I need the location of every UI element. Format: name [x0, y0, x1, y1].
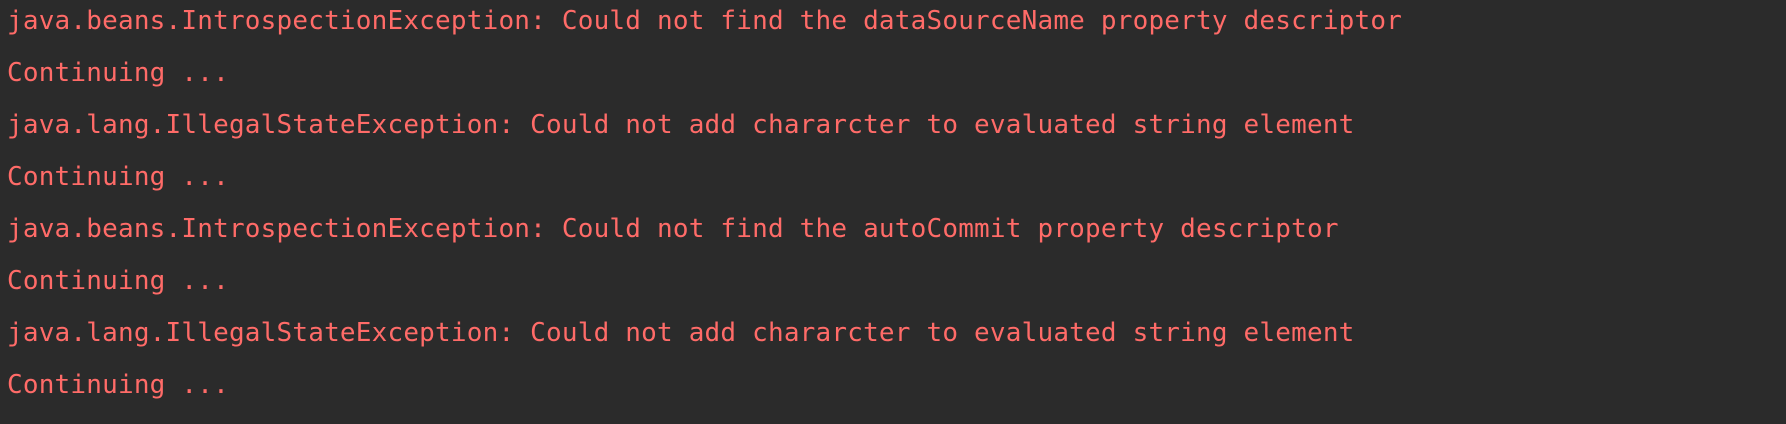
console-line: Continuing ... [7, 162, 229, 192]
console-line: Continuing ... [7, 58, 229, 88]
console-line: Continuing ... [7, 370, 229, 400]
console-line: java.beans.IntrospectionException: Could… [7, 214, 1339, 244]
console-line: java.lang.IllegalStateException: Could n… [7, 110, 1355, 140]
console-output[interactable]: java.beans.IntrospectionException: Could… [0, 0, 1786, 424]
console-line: java.beans.IntrospectionException: Could… [7, 6, 1403, 36]
console-line: java.lang.IllegalStateException: Could n… [7, 318, 1355, 348]
console-line: Continuing ... [7, 266, 229, 296]
